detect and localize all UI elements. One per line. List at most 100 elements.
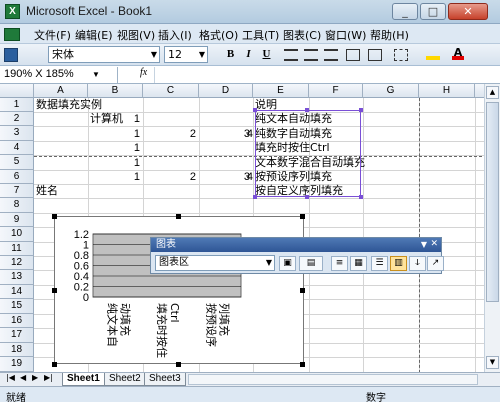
menu-file[interactable]: 文件(F) — [34, 27, 71, 43]
bold-button[interactable]: B — [222, 47, 239, 63]
row-header-8[interactable]: 8 — [0, 198, 34, 213]
percent-icon[interactable] — [368, 49, 382, 61]
range-handle[interactable] — [305, 108, 309, 112]
column-header-g[interactable]: G — [363, 84, 419, 98]
menu-help[interactable]: 帮助(H) — [370, 27, 409, 43]
merge-center-icon[interactable] — [346, 49, 360, 61]
column-header-b[interactable]: B — [88, 84, 143, 98]
cell-b4[interactable]: 1 — [88, 141, 140, 155]
row-header-11[interactable]: 11 — [0, 242, 34, 256]
select-all-corner[interactable] — [0, 84, 34, 98]
name-box[interactable]: 190% X 185% ▼ — [0, 67, 118, 83]
last-sheet-icon[interactable]: ▶| — [44, 373, 53, 382]
column-header-d[interactable]: D — [199, 84, 253, 98]
maximize-button[interactable]: □ — [420, 3, 446, 20]
chart-resize-handle[interactable] — [176, 362, 181, 367]
sheet-tab-3[interactable]: Sheet3 — [144, 373, 186, 386]
horizontal-scrollbar[interactable] — [188, 374, 478, 385]
row-header-6[interactable]: 6 — [0, 170, 34, 184]
document-icon[interactable] — [4, 28, 20, 41]
row-header-10[interactable]: 10 — [0, 227, 34, 242]
scroll-down-icon[interactable]: ▼ — [486, 356, 499, 369]
align-center-icon[interactable] — [304, 49, 318, 61]
chart-type-icon[interactable]: ▤ — [299, 256, 323, 271]
cell-c2[interactable]: 计算机 — [90, 112, 123, 126]
format-chart-area-icon[interactable]: ▣ — [279, 256, 296, 271]
range-handle[interactable] — [253, 195, 257, 199]
menu-window[interactable]: 窗口(W) — [325, 27, 366, 43]
column-header-h[interactable]: H — [419, 84, 475, 98]
chevron-down-icon[interactable]: ▼ — [421, 238, 427, 251]
angle-text-down-icon[interactable]: ↆ — [409, 256, 426, 271]
sheet-tab-2[interactable]: Sheet2 — [104, 373, 146, 386]
chart-object-select[interactable]: 图表区 ▼ — [155, 255, 275, 271]
font-size-select[interactable]: 12 ▼ — [164, 46, 208, 63]
chart-resize-handle[interactable] — [300, 288, 305, 293]
row-header-19[interactable]: 19 — [0, 357, 34, 372]
row-header-18[interactable]: 18 — [0, 343, 34, 357]
row-header-13[interactable]: 13 — [0, 270, 34, 285]
cell-b6[interactable]: 1 — [88, 170, 140, 184]
menu-tools[interactable]: 工具(T) — [242, 27, 279, 43]
range-handle[interactable] — [253, 108, 257, 112]
minimize-button[interactable]: _ — [392, 3, 418, 20]
font-color-icon[interactable]: A — [452, 46, 464, 60]
row-header-7[interactable]: 7 — [0, 184, 34, 198]
next-sheet-icon[interactable]: ▶ — [32, 373, 38, 382]
row-header-4[interactable]: 4 — [0, 141, 34, 155]
by-column-icon[interactable]: ▥ — [390, 256, 407, 271]
angle-text-up-icon[interactable]: ↗ — [427, 256, 444, 271]
row-header-5[interactable]: 5 — [0, 155, 34, 170]
column-header-e[interactable]: E — [253, 84, 309, 98]
range-handle[interactable] — [359, 195, 363, 199]
cell-d3-overflow[interactable]: 4 — [220, 127, 253, 141]
cell-a7[interactable]: 姓名 — [36, 184, 58, 198]
legend-icon[interactable]: ≡ — [331, 256, 348, 271]
data-table-icon[interactable]: ▦ — [350, 256, 367, 271]
italic-button[interactable]: I — [240, 47, 257, 63]
row-header-3[interactable]: 3 — [0, 126, 34, 141]
row-header-2[interactable]: 2 — [0, 112, 34, 126]
chart-resize-handle[interactable] — [300, 362, 305, 367]
save-icon[interactable] — [4, 48, 18, 62]
fill-color-icon[interactable] — [426, 48, 440, 60]
scroll-thumb[interactable] — [486, 102, 499, 302]
cell-c3[interactable]: 2 — [143, 127, 196, 141]
underline-button[interactable]: U — [258, 47, 275, 63]
scroll-up-icon[interactable]: ▲ — [486, 86, 499, 99]
chart-resize-handle[interactable] — [52, 214, 57, 219]
row-header-16[interactable]: 16 — [0, 314, 34, 328]
vertical-scrollbar[interactable]: ▲ ▼ — [484, 84, 500, 372]
formula-input[interactable] — [154, 67, 500, 83]
row-header-12[interactable]: 12 — [0, 256, 34, 270]
chart-resize-handle[interactable] — [52, 362, 57, 367]
cell-b5[interactable]: 1 — [88, 156, 140, 170]
column-header-f[interactable]: F — [309, 84, 363, 98]
column-header-a[interactable]: A — [34, 84, 88, 98]
borders-icon[interactable] — [394, 49, 408, 61]
menu-view[interactable]: 视图(V) — [117, 27, 155, 43]
menu-chart[interactable]: 图表(C) — [283, 27, 321, 43]
cell-c6[interactable]: 2 — [143, 170, 196, 184]
chart-resize-handle[interactable] — [52, 288, 57, 293]
cell-b3[interactable]: 1 — [88, 127, 140, 141]
sheet-tab-1[interactable]: Sheet1 — [62, 373, 105, 386]
chart-resize-handle[interactable] — [300, 214, 305, 219]
column-header-c[interactable]: C — [143, 84, 199, 98]
cell-d6-overflow[interactable]: 4 — [220, 170, 253, 184]
cell-a1[interactable]: 数据填充实例 — [36, 98, 102, 112]
close-button[interactable]: ✕ — [448, 3, 488, 20]
range-handle[interactable] — [305, 195, 309, 199]
first-sheet-icon[interactable]: |◀ — [6, 373, 15, 382]
close-icon[interactable]: ✕ — [430, 238, 438, 251]
row-header-9[interactable]: 9 — [0, 213, 34, 227]
by-row-icon[interactable]: ☰ — [371, 256, 388, 271]
chart-resize-handle[interactable] — [176, 214, 181, 219]
row-header-15[interactable]: 15 — [0, 299, 34, 314]
align-right-icon[interactable] — [324, 49, 338, 61]
row-header-1[interactable]: 1 — [0, 98, 34, 112]
row-header-14[interactable]: 14 — [0, 285, 34, 299]
prev-sheet-icon[interactable]: ◀ — [20, 373, 26, 382]
menu-edit[interactable]: 编辑(E) — [75, 27, 113, 43]
chart-toolbar-title[interactable]: 图表 ▼ ✕ — [151, 238, 441, 252]
